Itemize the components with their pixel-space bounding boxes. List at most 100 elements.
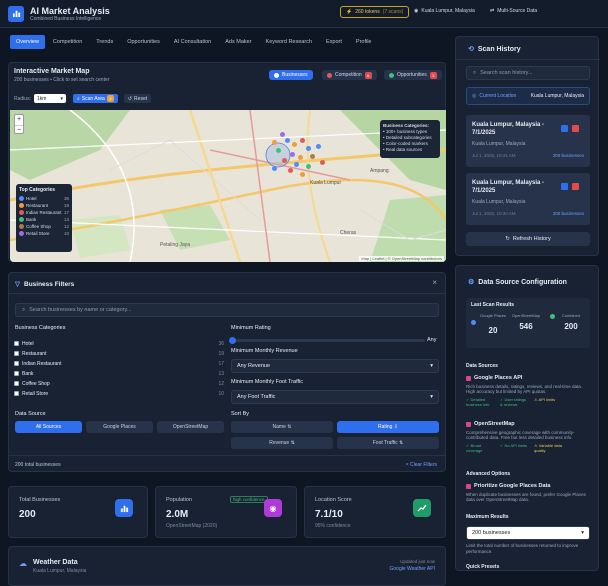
slider-handle[interactable] bbox=[229, 337, 236, 344]
current-location-box[interactable]: ◎ Current Location Kuala Lumpur, Malaysi… bbox=[466, 87, 590, 105]
foot-traffic-select[interactable]: Any Foot Traffic ▾ bbox=[231, 390, 439, 404]
zoom-out-button[interactable]: − bbox=[15, 125, 23, 136]
tab-overview[interactable]: Overview bbox=[10, 35, 45, 49]
map-marker[interactable] bbox=[292, 142, 297, 147]
zoom-in-button[interactable]: + bbox=[15, 115, 23, 125]
scan-history-item[interactable]: Kuala Lumpur, Malaysia - 7/1/2025 Kuala … bbox=[466, 173, 590, 225]
map-panel: Interactive Market Map 200 businesses • … bbox=[8, 62, 446, 262]
trend-up-icon bbox=[413, 499, 431, 517]
map-place-label: Kuala Lumpur bbox=[310, 180, 342, 186]
sort-revenue-button[interactable]: Revenue ⇅ bbox=[231, 437, 333, 449]
map-marker[interactable] bbox=[306, 146, 311, 151]
category-checkbox[interactable]: Retail Store 10 bbox=[14, 389, 224, 398]
close-icon[interactable]: × bbox=[432, 278, 437, 287]
scan-area-button[interactable]: ⌕ Scan Area 3 bbox=[72, 94, 118, 103]
open-icon[interactable] bbox=[561, 183, 568, 190]
scan-history-title: ⟲ Scan History bbox=[468, 45, 521, 54]
chevron-down-icon: ▾ bbox=[430, 363, 433, 369]
map-marker[interactable] bbox=[306, 164, 311, 169]
map-marker[interactable] bbox=[310, 154, 315, 159]
source-osm-button[interactable]: OpenStreetMap bbox=[157, 421, 224, 433]
sort-foot-traffic-button[interactable]: Foot Traffic ⇅ bbox=[337, 437, 439, 449]
dot-icon bbox=[274, 72, 279, 78]
rating-slider[interactable] bbox=[229, 337, 425, 344]
map-marker[interactable] bbox=[320, 160, 325, 165]
history-icon: ⟲ bbox=[468, 46, 474, 53]
scan-history-item[interactable]: Kuala Lumpur, Malaysia - 7/1/2025 Kuala … bbox=[466, 115, 590, 167]
chevron-down-icon: ▾ bbox=[581, 530, 584, 536]
map-marker[interactable] bbox=[285, 138, 290, 143]
category-checkbox[interactable]: Restaurant 19 bbox=[14, 349, 224, 358]
map-marker[interactable] bbox=[272, 166, 277, 171]
map-marker[interactable] bbox=[300, 138, 305, 143]
map-marker[interactable] bbox=[272, 140, 277, 145]
reset-button[interactable]: ↺ Reset bbox=[123, 94, 152, 103]
main-tabs: Overview Competition Trends Opportunitie… bbox=[10, 35, 378, 49]
max-results-select[interactable]: 200 businesses ▾ bbox=[466, 526, 590, 540]
tab-trends[interactable]: Trends bbox=[90, 35, 119, 49]
sort-name-button[interactable]: Name ⇅ bbox=[231, 421, 333, 433]
category-checkbox[interactable]: Hotel 36 bbox=[14, 339, 224, 348]
delete-icon[interactable] bbox=[572, 125, 579, 132]
header-source-mode[interactable]: ⇄ Multi-Source Data bbox=[490, 8, 537, 14]
delete-icon[interactable] bbox=[572, 183, 579, 190]
source-all-button[interactable]: All Sources bbox=[15, 421, 82, 433]
category-legend: Business Categories: • 100+ business typ… bbox=[380, 120, 440, 158]
zoom-control: + − bbox=[14, 114, 24, 134]
tab-ai-consultation[interactable]: AI Consultation bbox=[168, 35, 217, 49]
google-places-source[interactable]: Google Places API Rich business details,… bbox=[466, 375, 590, 407]
last-scan-box: Last Scan Results Google Places 20 OpenS… bbox=[466, 298, 590, 348]
prioritize-google-option[interactable]: Prioritize Google Places Data When dupli… bbox=[466, 483, 590, 503]
map-marker[interactable] bbox=[300, 172, 305, 177]
map-marker[interactable] bbox=[316, 144, 321, 149]
map-marker[interactable] bbox=[288, 168, 293, 173]
businesses-toggle[interactable]: Businesses bbox=[269, 70, 313, 80]
competition-toggle[interactable]: Competition 6 bbox=[322, 70, 377, 80]
map-place-label: Petaling Jaya bbox=[160, 242, 191, 248]
interactive-map[interactable]: Petaling Jaya Kuala Lumpur Cheras Ampang… bbox=[10, 110, 446, 262]
tab-ads-maker[interactable]: Ads Maker bbox=[219, 35, 257, 49]
map-marker[interactable] bbox=[294, 162, 299, 167]
scan-history-search-input[interactable]: ⌕ Search scan history... bbox=[466, 66, 590, 80]
tab-export[interactable]: Export bbox=[320, 35, 348, 49]
total-businesses-card: Total Businesses 200 bbox=[8, 486, 148, 538]
dot-icon bbox=[471, 320, 476, 325]
gear-icon: ⚙ bbox=[468, 279, 475, 286]
business-search-input[interactable]: ⌕ Search businesses by name or category.… bbox=[15, 303, 439, 317]
tab-opportunities[interactable]: Opportunities bbox=[121, 35, 166, 49]
source-google-button[interactable]: Google Places bbox=[86, 421, 153, 433]
tokens-badge[interactable]: ⚡ 260 tokens (7 scans) bbox=[340, 6, 410, 18]
clear-filters-link[interactable]: × Clear Filters bbox=[406, 462, 437, 468]
tab-competition[interactable]: Competition bbox=[47, 35, 88, 49]
header-location[interactable]: ◉ Kuala Lumpur, Malaysia bbox=[414, 8, 475, 14]
map-marker[interactable] bbox=[298, 155, 303, 160]
map-marker[interactable] bbox=[280, 132, 285, 137]
filter-icon: ▽ bbox=[15, 281, 20, 288]
scan-history-panel: ⟲ Scan History ⌕ Search scan history... … bbox=[455, 36, 600, 256]
checkbox-checked[interactable] bbox=[466, 376, 471, 382]
category-checkbox[interactable]: Indian Restaurant 17 bbox=[14, 359, 224, 368]
category-checkbox[interactable]: Bank 13 bbox=[14, 369, 224, 378]
open-icon[interactable] bbox=[561, 125, 568, 132]
category-checkbox[interactable]: Coffee Shop 12 bbox=[14, 379, 224, 388]
checkbox-checked[interactable] bbox=[466, 422, 471, 428]
weather-panel: ☁ Weather Data Kuala Lumpur, Malaysia Up… bbox=[8, 546, 446, 586]
confidence-badge: high confidence bbox=[230, 496, 268, 503]
chevron-down-icon: ▾ bbox=[430, 394, 433, 400]
sort-rating-button[interactable]: Rating ⇩ bbox=[337, 421, 439, 433]
data-source-config-panel: ⚙ Data Source Configuration Last Scan Re… bbox=[455, 265, 599, 571]
map-marker[interactable] bbox=[282, 158, 287, 163]
tab-profile[interactable]: Profile bbox=[350, 35, 378, 49]
map-attribution[interactable]: Map | Leaflet | © OpenStreetMap contribu… bbox=[359, 256, 444, 261]
openstreetmap-source[interactable]: OpenStreetMap Comprehensive geographic c… bbox=[466, 421, 590, 453]
radius-select[interactable]: 1km ▾ bbox=[33, 94, 66, 103]
revenue-select[interactable]: Any Revenue ▾ bbox=[231, 359, 439, 373]
refresh-history-button[interactable]: ↻ Refresh History bbox=[466, 232, 590, 246]
checkbox-checked[interactable] bbox=[466, 484, 471, 490]
map-marker[interactable] bbox=[290, 152, 295, 157]
tab-keyword-research[interactable]: Keyword Research bbox=[260, 35, 318, 49]
opportunities-toggle[interactable]: Opportunities 3 bbox=[384, 70, 442, 80]
filters-title: ▽ Business Filters bbox=[15, 280, 75, 289]
total-count: 200 total businesses bbox=[15, 462, 61, 468]
map-marker[interactable] bbox=[276, 148, 281, 153]
